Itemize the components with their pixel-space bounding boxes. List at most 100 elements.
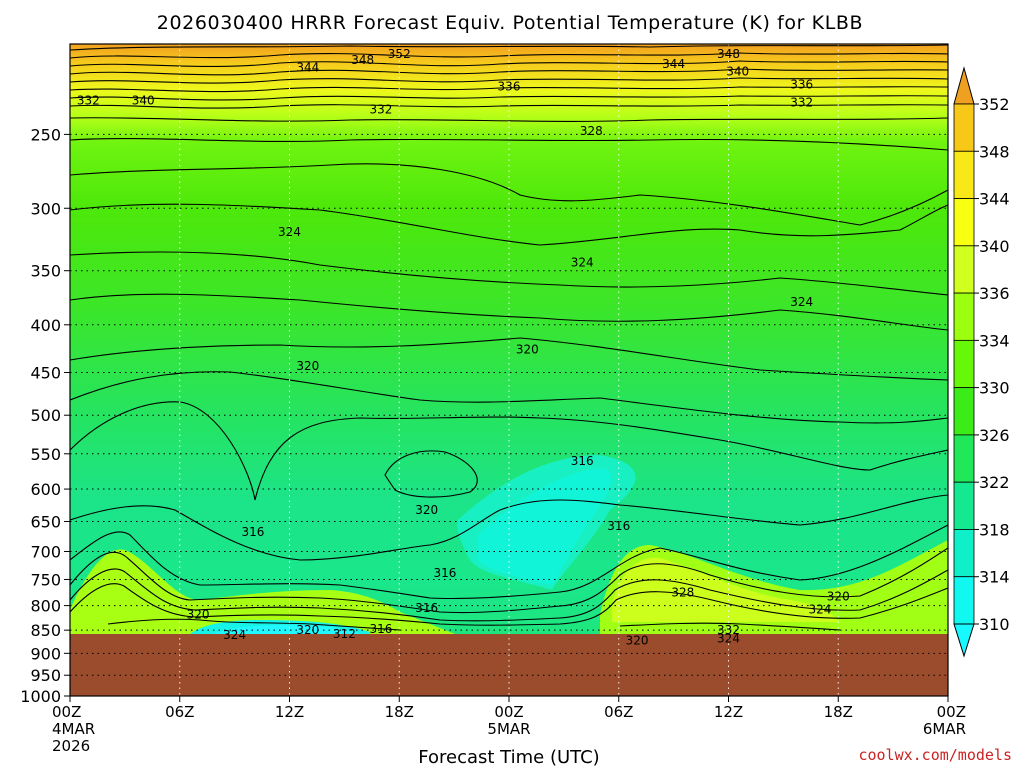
- contour-label-text: 324: [717, 632, 740, 646]
- contour-label: 328: [671, 586, 694, 600]
- contour-label: 324: [571, 256, 594, 270]
- x-tick-label: 06Z: [165, 703, 194, 721]
- contour-label: 340: [132, 94, 155, 108]
- contour-label: 316: [434, 566, 457, 580]
- contour-label: 324: [717, 632, 740, 646]
- contour-label-text: 320: [187, 608, 210, 622]
- contour-label-text: 324: [790, 295, 813, 309]
- contour-label-text: 340: [132, 94, 155, 108]
- x-tick-label: 12Z: [714, 703, 743, 721]
- colorbar-top-arrow: [953, 66, 975, 105]
- contour-label: 328: [580, 124, 603, 138]
- contour-label-text: 320: [296, 623, 319, 637]
- contour-label-text: 344: [662, 57, 685, 71]
- x-axis-label: Forecast Time (UTC): [418, 747, 599, 768]
- x-tick-label: 00Z: [52, 703, 81, 721]
- terrain-below-surface: [70, 634, 948, 696]
- contour-label-text: 324: [571, 256, 594, 270]
- contour-label-text: 332: [370, 102, 393, 116]
- contour-label: 316: [415, 601, 438, 615]
- contour-label: 336: [790, 77, 813, 91]
- contour-label: 332: [77, 94, 100, 108]
- contour-label: 316: [370, 622, 393, 636]
- contour-label-text: 320: [296, 359, 319, 373]
- contour-label: 340: [726, 64, 749, 78]
- credit-link[interactable]: coolwx.com/models: [858, 746, 1012, 764]
- contour-label: 332: [370, 102, 393, 116]
- y-tick-label-250: 250: [30, 125, 61, 144]
- colorbar-label: 348: [979, 142, 1010, 161]
- contour-label: 320: [415, 503, 438, 517]
- y-tick-label-950: 950: [30, 666, 61, 685]
- x-tick-label: 12Z: [275, 703, 304, 721]
- contour-label: 324: [223, 628, 246, 642]
- y-tick-label-850: 850: [30, 621, 61, 640]
- contour-label: 320: [187, 608, 210, 622]
- y-tick-label-350: 350: [30, 262, 61, 281]
- y-tick-label-400: 400: [30, 316, 61, 335]
- contour-label: 324: [278, 225, 301, 239]
- contour-label-text: 352: [388, 47, 411, 61]
- colorbar-band: [953, 481, 975, 530]
- colorbar-label: 310: [979, 615, 1010, 634]
- colorbar-label: 330: [979, 379, 1010, 398]
- contour-label-text: 320: [516, 342, 539, 356]
- x-tick-label: 00Z: [494, 703, 523, 721]
- colorbar-band: [953, 150, 975, 199]
- contour-label: 316: [571, 454, 594, 468]
- contour-label: 316: [607, 519, 630, 533]
- contour-label-text: 316: [607, 519, 630, 533]
- x-tick-label: 18Z: [385, 703, 414, 721]
- x-tick-label: 06Z: [604, 703, 633, 721]
- y-tick-label-750: 750: [30, 570, 61, 589]
- y-tick-label-450: 450: [30, 364, 61, 383]
- y-axis: 250 300 350 400 450 500 550 600 650 700 750 800 850 9…: [20, 125, 70, 706]
- contour-label-text: 340: [726, 64, 749, 78]
- contour-label-text: 332: [77, 94, 100, 108]
- contour-label: 332: [790, 95, 813, 109]
- contour-label: 344: [662, 57, 685, 71]
- colorbar-label: 336: [979, 284, 1010, 303]
- colorbar-label: 314: [979, 568, 1010, 587]
- contour-label: 336: [498, 79, 521, 93]
- colorbar-band: [953, 576, 975, 625]
- y-tick-label-700: 700: [30, 543, 61, 562]
- contour-label-text: 316: [571, 454, 594, 468]
- y-tick-label-650: 650: [30, 512, 61, 531]
- contour-label-text: 324: [223, 628, 246, 642]
- contour-label: 320: [296, 359, 319, 373]
- contour-label-text: 336: [790, 77, 813, 91]
- x-tick-sublabel: 5MAR: [487, 720, 530, 738]
- colorbar-band: [953, 103, 975, 152]
- contour-label-text: 344: [296, 61, 319, 75]
- contour-label: 348: [351, 53, 374, 67]
- cross-section-chart: 2026030400 HRRR Forecast Equiv. Potentia…: [20, 12, 1012, 768]
- contour-label: 320: [827, 589, 850, 603]
- y-tick-label-300: 300: [30, 199, 61, 218]
- contour-label: 348: [717, 47, 740, 61]
- contour-label: 312: [333, 627, 356, 641]
- contour-label-text: 348: [717, 47, 740, 61]
- contour-label-text: 316: [434, 566, 457, 580]
- contour-label-text: 328: [580, 124, 603, 138]
- contour-label-text: 320: [626, 634, 649, 648]
- contour-label: 324: [790, 295, 813, 309]
- colorbar-band: [953, 529, 975, 578]
- colorbar-label: 326: [979, 426, 1010, 445]
- contour-label-text: 316: [415, 601, 438, 615]
- colorbar-label: 352: [979, 95, 1010, 114]
- contour-label-text: 324: [278, 225, 301, 239]
- contour-label: 344: [296, 61, 319, 75]
- y-tick-label-800: 800: [30, 597, 61, 616]
- y-tick-label-500: 500: [30, 406, 61, 425]
- colorbar-bottom-arrow: [953, 623, 975, 658]
- x-tick-label: 00Z: [937, 703, 966, 721]
- colorbar: 352 348 344 340 336 334 330 326 322 318 314 310: [953, 66, 1010, 658]
- contour-label-text: 312: [333, 627, 356, 641]
- contour-label: 316: [241, 525, 264, 539]
- contour-label-text: 336: [498, 79, 521, 93]
- contour-label-text: 348: [351, 53, 374, 67]
- colorbar-band: [953, 245, 975, 294]
- chart-title: 2026030400 HRRR Forecast Equiv. Potentia…: [157, 12, 863, 34]
- contour-label: 352: [388, 47, 411, 61]
